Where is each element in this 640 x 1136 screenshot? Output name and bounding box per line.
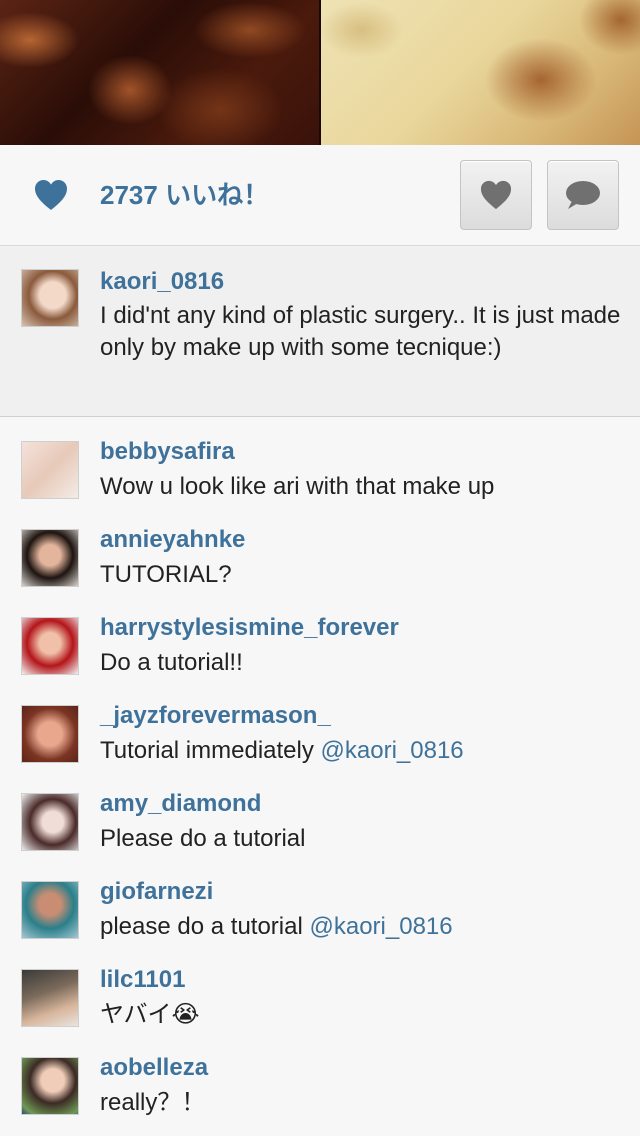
comment-text: TUTORIAL?	[100, 561, 232, 588]
avatar[interactable]	[21, 269, 79, 327]
comment-text: ヤバイ😭	[100, 1001, 200, 1028]
comment-username[interactable]: _jayzforevermason_	[100, 701, 331, 731]
like-button[interactable]	[460, 160, 532, 230]
comment-text: Do a tutorial!!	[100, 649, 243, 676]
avatar[interactable]	[21, 793, 79, 851]
photo-left-panel	[0, 0, 319, 145]
heart-icon	[35, 180, 67, 210]
comment-text: Tutorial immediately @kaori_0816	[100, 737, 464, 764]
comment-username[interactable]: annieyahnke	[100, 525, 245, 555]
comment-username[interactable]: amy_diamond	[100, 789, 261, 819]
photo-right-panel	[321, 0, 640, 145]
comment-item: aobelleza really？！	[0, 1053, 640, 1136]
comment-username[interactable]: giofarnezi	[100, 877, 213, 907]
comment-item: lilc1101 ヤバイ😭	[0, 965, 640, 1053]
comment-button[interactable]	[547, 160, 619, 230]
comment-text: Please do a tutorial	[100, 825, 306, 852]
comment-list[interactable]: bebbysafira Wow u look like ari with tha…	[0, 417, 640, 1136]
comment-username[interactable]: lilc1101	[100, 965, 185, 995]
heart-icon	[480, 180, 512, 210]
comment-text: please do a tutorial @kaori_0816	[100, 913, 453, 940]
avatar[interactable]	[21, 441, 79, 499]
comment-item: bebbysafira Wow u look like ari with tha…	[0, 437, 640, 525]
caption-text: I did'nt any kind of plastic surgery.. I…	[100, 302, 621, 361]
avatar[interactable]	[21, 881, 79, 939]
avatar[interactable]	[21, 617, 79, 675]
post-photo[interactable]	[0, 0, 640, 145]
like-bar: 2737 いいね！	[0, 145, 640, 246]
comment-text: really？！	[100, 1089, 206, 1116]
comment-item: harrystylesismine_forever Do a tutorial!…	[0, 613, 640, 701]
caption: kaori_0816 I did'nt any kind of plastic …	[0, 246, 640, 417]
avatar[interactable]	[21, 529, 79, 587]
comment-username[interactable]: harrystylesismine_forever	[100, 613, 399, 643]
comment-username[interactable]: aobelleza	[100, 1053, 208, 1083]
comment-item: annieyahnke TUTORIAL?	[0, 525, 640, 613]
comment-text: Wow u look like ari with that make up	[100, 473, 495, 500]
comment-username[interactable]: bebbysafira	[100, 437, 235, 467]
avatar[interactable]	[21, 969, 79, 1027]
caption-username[interactable]: kaori_0816	[100, 267, 224, 297]
avatar[interactable]	[21, 1057, 79, 1115]
speech-bubble-icon	[566, 181, 600, 209]
like-count[interactable]: 2737 いいね！	[100, 180, 269, 210]
comment-item: amy_diamond Please do a tutorial	[0, 789, 640, 877]
comment-item: _jayzforevermason_ Tutorial immediately …	[0, 701, 640, 789]
instagram-photo-detail: 2737 いいね！ kaori_0816 I did'nt any kind o…	[0, 0, 640, 1136]
avatar[interactable]	[21, 705, 79, 763]
comment-item: giofarnezi please do a tutorial @kaori_0…	[0, 877, 640, 965]
